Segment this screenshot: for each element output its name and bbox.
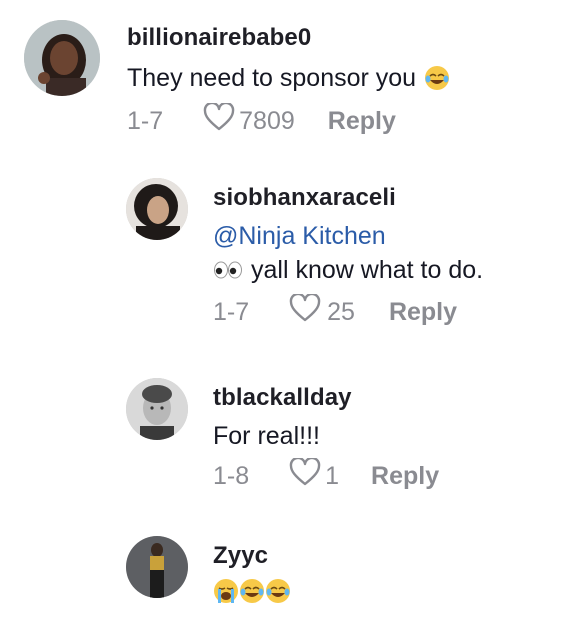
eyes-icon bbox=[213, 257, 243, 283]
comment-text: For real!!! bbox=[213, 422, 320, 450]
like-count: 1 bbox=[325, 461, 340, 490]
comment-date: 1-7 bbox=[127, 106, 164, 135]
face-with-tears-of-joy-icon bbox=[265, 578, 291, 604]
avatar-photo-icon bbox=[126, 178, 188, 240]
comment-username[interactable]: siobhanxaraceli bbox=[213, 184, 483, 212]
avatar[interactable] bbox=[126, 536, 188, 598]
like-button[interactable]: 25 bbox=[289, 292, 355, 329]
reply-button[interactable]: Reply bbox=[328, 106, 396, 136]
comment-date: 1-8 bbox=[213, 461, 250, 490]
comment-item: siobhanxaraceli @Ninja Kitchen yall know… bbox=[0, 170, 578, 350]
like-count: 7809 bbox=[239, 106, 295, 135]
heart-icon bbox=[289, 292, 321, 329]
like-count: 25 bbox=[327, 297, 355, 326]
like-button[interactable]: 7809 bbox=[203, 101, 295, 138]
comment-text: yall know what to do. bbox=[251, 256, 484, 284]
face-with-tears-of-joy-icon bbox=[424, 65, 450, 91]
avatar[interactable] bbox=[126, 178, 188, 240]
comment-username[interactable]: tblackallday bbox=[213, 384, 439, 412]
comment-item: billionairebabe0 They need to sponsor yo… bbox=[0, 0, 578, 150]
comment-item: Zyyc bbox=[0, 528, 578, 622]
mention-link[interactable]: @Ninja Kitchen bbox=[213, 220, 483, 252]
comment-meta: 1-7 7809 Reply bbox=[127, 101, 450, 138]
heart-icon bbox=[203, 101, 235, 138]
comment-text: They need to sponsor you bbox=[127, 64, 417, 92]
avatar-photo-icon bbox=[126, 378, 188, 440]
comment-emoji-row bbox=[213, 578, 291, 604]
reply-button[interactable]: Reply bbox=[389, 297, 457, 327]
comment-meta: 1-8 1 Reply bbox=[213, 456, 439, 493]
like-button[interactable]: 1 bbox=[289, 456, 340, 493]
avatar-photo-icon bbox=[126, 536, 188, 598]
comment-text-row: They need to sponsor you bbox=[127, 62, 450, 94]
comment-username[interactable]: Zyyc bbox=[213, 542, 291, 570]
comment-date: 1-7 bbox=[213, 297, 250, 326]
comment-item: tblackallday For real!!! 1-8 1 Reply bbox=[0, 370, 578, 500]
comment-text-row: yall know what to do. bbox=[213, 254, 483, 286]
avatar[interactable] bbox=[24, 20, 100, 96]
comment-meta: 1-7 25 Reply bbox=[213, 292, 483, 329]
reply-button[interactable]: Reply bbox=[371, 461, 439, 491]
loudly-crying-face-icon bbox=[213, 578, 239, 604]
avatar-photo-icon bbox=[24, 20, 100, 96]
avatar[interactable] bbox=[126, 378, 188, 440]
comment-username[interactable]: billionairebabe0 bbox=[127, 24, 450, 52]
face-with-tears-of-joy-icon bbox=[239, 578, 265, 604]
heart-icon bbox=[289, 456, 321, 493]
